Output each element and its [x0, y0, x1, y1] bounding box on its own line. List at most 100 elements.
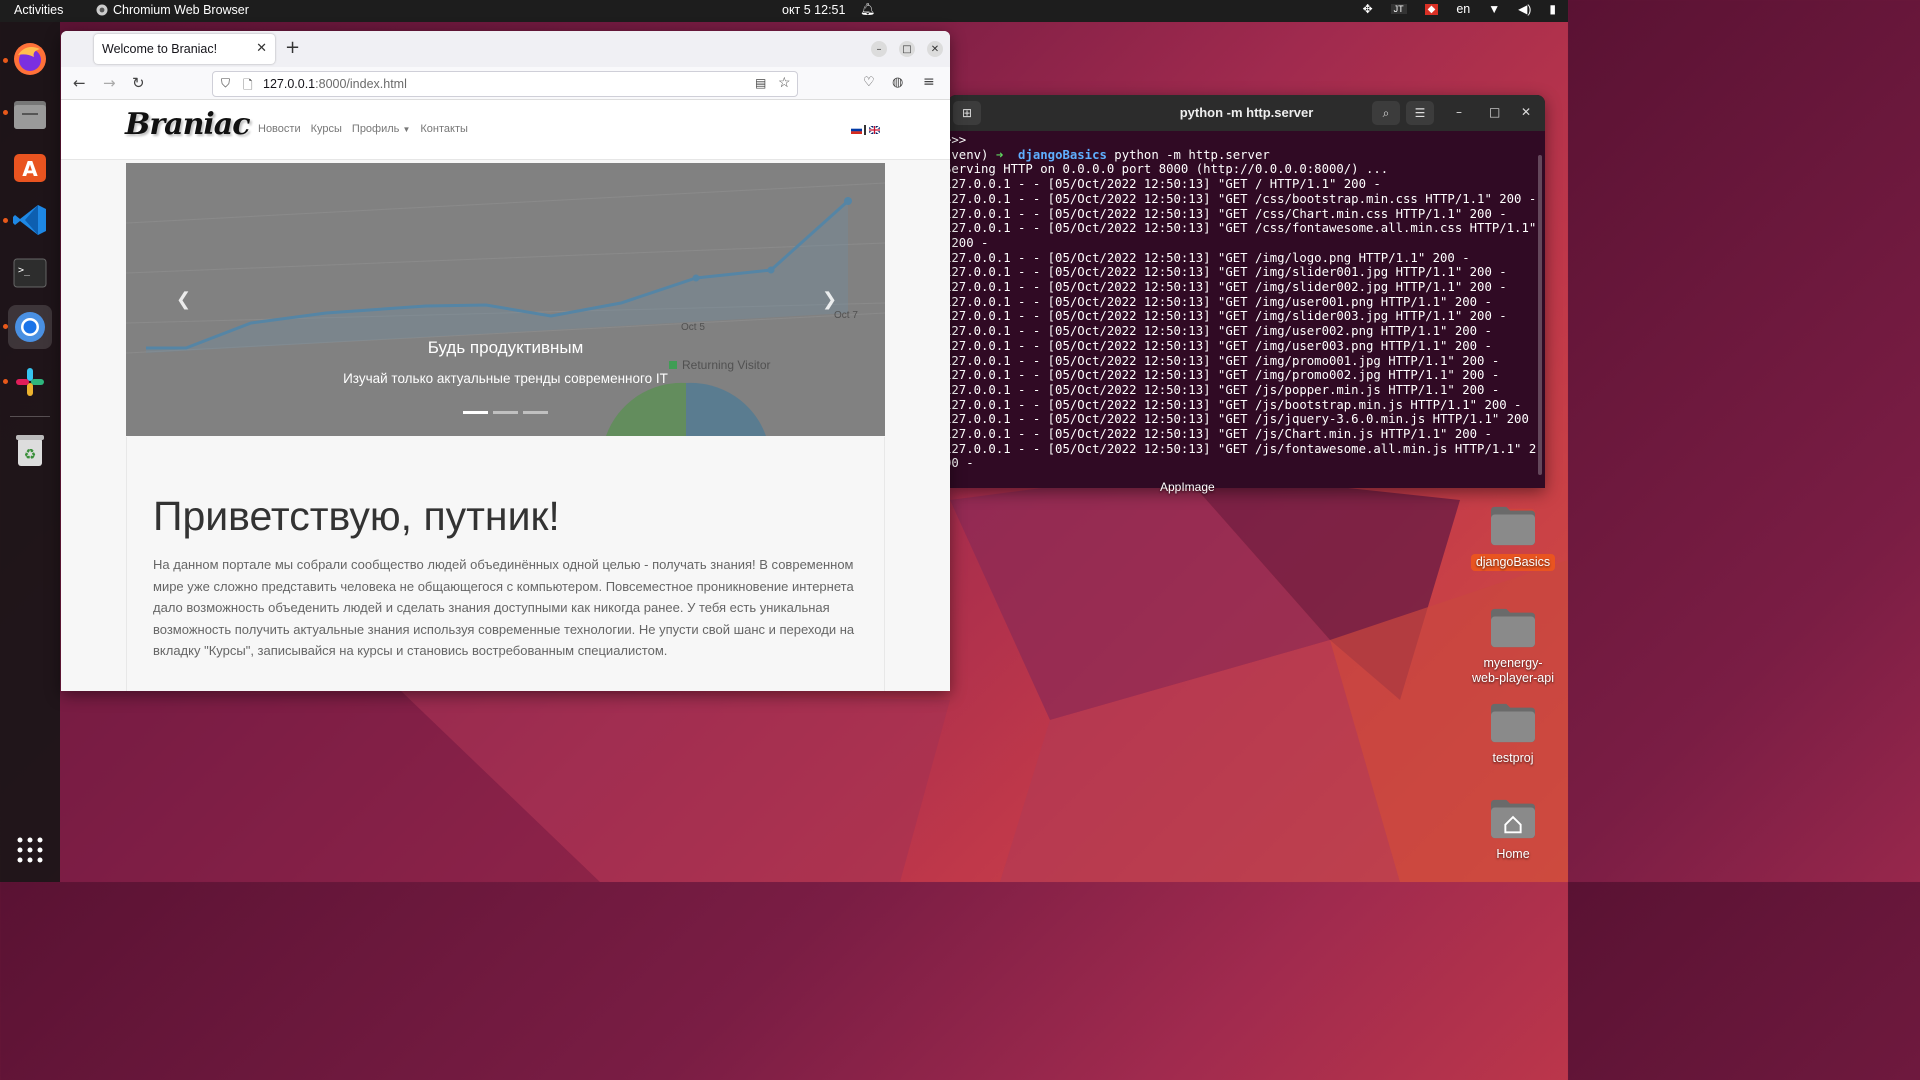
bookmark-star-icon[interactable]: ☆ — [778, 74, 791, 91]
wifi-icon[interactable]: ▼ — [1488, 2, 1500, 16]
desktop-icon-label: Home — [1496, 847, 1530, 861]
terminal-line: 127.0.0.1 - - [05/Oct/2022 12:50:13] "GE… — [948, 309, 1507, 324]
pocket-icon[interactable]: ♡ — [863, 75, 875, 90]
carousel-caption-subtitle: Изучай только актуальные тренды современ… — [343, 371, 668, 386]
show-apps-icon[interactable] — [8, 828, 52, 872]
address-bar[interactable]: ⛉ 🗋 127.0.0.1:8000/index.html ▤ ☆ — [212, 71, 798, 97]
terminal-output[interactable]: >>> (venv) ➜ djangoBasics python -m http… — [948, 133, 1545, 488]
terminal-icon[interactable]: >_ — [8, 251, 52, 295]
trash-icon[interactable]: ♻ — [8, 428, 52, 472]
caret-down-icon: ▼ — [402, 125, 411, 134]
dock: A >_ ♻ — [0, 22, 60, 882]
carousel-indicator[interactable] — [523, 411, 548, 414]
svg-text:>_: >_ — [18, 265, 31, 276]
terminal-line: 127.0.0.1 - - [05/Oct/2022 12:50:13] "GE… — [948, 338, 1492, 353]
desktop-folder-testproj[interactable]: testproj — [1471, 700, 1555, 766]
prompt-dir: djangoBasics — [1018, 147, 1107, 162]
welcome-heading: Приветствую, путник! — [153, 493, 560, 539]
activities-button[interactable]: Activities — [14, 3, 63, 17]
anydesk-icon[interactable]: ◆ — [1424, 3, 1439, 15]
close-icon[interactable]: ✕ — [1521, 105, 1531, 119]
chevron-left-icon[interactable]: ❮ — [176, 289, 191, 310]
app-menu-label: Chromium Web Browser — [113, 3, 249, 17]
tab-strip: Welcome to Braniac! ✕ + – □ ✕ — [61, 31, 950, 67]
terminal-line: 127.0.0.1 - - [05/Oct/2022 12:50:13] "GE… — [948, 353, 1500, 368]
shield-icon[interactable]: ⛉ — [221, 76, 230, 91]
site-navbar: Braniac Новости Курсы Профиль ▼ Контакты — [61, 101, 950, 160]
terminal-line: 127.0.0.1 - - [05/Oct/2022 12:50:13] "GE… — [948, 324, 1492, 339]
app-center-icon[interactable]: A — [8, 144, 52, 188]
reload-icon[interactable]: ↻ — [132, 74, 145, 92]
clock[interactable]: окт 5 12:51 — [782, 3, 845, 17]
hamburger-menu-icon[interactable]: ☰ — [1406, 101, 1434, 125]
menu-item-profile[interactable]: Профиль ▼ — [352, 123, 410, 135]
menu-item-courses[interactable]: Курсы — [311, 123, 342, 135]
vscode-icon[interactable] — [8, 198, 52, 242]
welcome-section: Приветствую, путник! На данном портале м… — [126, 437, 885, 691]
app-menu[interactable]: Chromium Web Browser — [96, 3, 249, 17]
close-window-icon[interactable]: ✕ — [927, 41, 943, 57]
back-arrow-icon[interactable]: ← — [73, 74, 86, 92]
terminal-line: 127.0.0.1 - - [05/Oct/2022 12:50:13] "GE… — [948, 206, 1507, 221]
appimage-label[interactable]: AppImage — [1160, 480, 1215, 494]
hamburger-menu-icon[interactable]: ≡ — [923, 74, 935, 90]
carousel-caption-title: Будь продуктивным — [427, 338, 584, 357]
minimize-icon[interactable]: – — [1456, 105, 1462, 119]
url-host: 127.0.0.1 — [263, 77, 316, 91]
volume-icon[interactable]: ◀) — [1518, 2, 1531, 16]
language-switcher — [851, 125, 880, 135]
system-tray[interactable]: ✥ JT ◆ en ▼ ◀) ▮ — [1363, 2, 1556, 16]
battery-icon[interactable]: ▮ — [1549, 2, 1556, 16]
keyboard-layout[interactable]: en — [1456, 2, 1470, 16]
files-icon[interactable] — [8, 92, 52, 136]
terminal-line: 127.0.0.1 - - [05/Oct/2022 12:50:13] "GE… — [948, 427, 1492, 442]
search-icon[interactable]: ⌕ — [1372, 101, 1400, 125]
puzzle-icon[interactable]: ✥ — [1363, 2, 1373, 16]
site-logo[interactable]: Braniac — [125, 107, 251, 142]
home-folder-icon — [1491, 799, 1535, 839]
chromium-dock-icon[interactable] — [8, 305, 52, 349]
terminal-line: 127.0.0.1 - - [05/Oct/2022 12:50:13] "GE… — [948, 397, 1522, 412]
terminal-line: 00 - — [948, 456, 974, 471]
folder-icon — [1491, 506, 1535, 546]
carousel-background-chart: Oct 5 Oct 7 Returning Visitor — [126, 163, 885, 436]
terminal-line: >>> — [948, 133, 967, 147]
browser-tab[interactable]: Welcome to Braniac! ✕ — [94, 34, 275, 64]
browser-window[interactable]: Welcome to Braniac! ✕ + – □ ✕ ← → ↻ ⛉ 🗋 … — [61, 31, 950, 691]
terminal-titlebar[interactable]: ⊞ python -m http.server ⌕ ☰ – □ ✕ — [948, 95, 1545, 131]
desktop-folder-myenergy[interactable]: myenergy-web-player-api — [1471, 605, 1555, 686]
firefox-icon[interactable] — [8, 37, 52, 81]
carousel-indicator[interactable] — [493, 411, 518, 414]
terminal-scrollbar[interactable] — [1538, 155, 1542, 475]
url-text[interactable]: 127.0.0.1:8000/index.html — [263, 77, 407, 91]
top-bar: Activities Chromium Web Browser окт 5 12… — [0, 0, 1568, 22]
terminal-line: 127.0.0.1 - - [05/Oct/2022 12:50:13] "GE… — [948, 368, 1500, 383]
desktop-folder-home[interactable]: Home — [1471, 796, 1555, 862]
maximize-icon[interactable]: □ — [899, 41, 915, 57]
bell-icon[interactable]: 🔔︎ — [860, 2, 875, 16]
translate-icon[interactable]: JT — [1390, 4, 1407, 14]
slack-icon[interactable] — [8, 360, 52, 404]
menu-item-label: Профиль — [351, 123, 400, 135]
folder-icon — [1491, 703, 1535, 743]
menu-item-news[interactable]: Новости — [258, 123, 301, 135]
close-tab-icon[interactable]: ✕ — [256, 40, 267, 56]
menu-item-contacts[interactable]: Контакты — [420, 123, 468, 135]
flag-uk-icon[interactable] — [869, 126, 880, 134]
reader-view-icon[interactable]: ▤ — [755, 76, 766, 90]
flag-ru-icon[interactable] — [851, 126, 862, 134]
terminal-line: 127.0.0.1 - - [05/Oct/2022 12:50:13] "GE… — [948, 412, 1529, 427]
carousel-indicator[interactable] — [463, 411, 488, 414]
new-tab-button[interactable]: + — [285, 37, 300, 58]
minimize-icon[interactable]: – — [871, 41, 887, 57]
globe-icon[interactable]: ◍ — [892, 75, 903, 90]
maximize-icon[interactable]: □ — [1489, 105, 1500, 119]
terminal-line: 127.0.0.1 - - [05/Oct/2022 12:50:13] "GE… — [948, 221, 1537, 236]
terminal-window[interactable]: ⊞ python -m http.server ⌕ ☰ – □ ✕ >>> (v… — [948, 95, 1545, 488]
page-icon[interactable]: 🗋 — [243, 76, 253, 97]
desktop-folder-djangobasics[interactable]: djangoBasics — [1471, 503, 1555, 571]
hero-carousel[interactable]: Oct 5 Oct 7 Returning Visitor ❮ ❯ Будь п… — [126, 163, 885, 436]
chevron-right-icon[interactable]: ❯ — [822, 289, 837, 310]
forward-arrow-icon[interactable]: → — [103, 74, 116, 92]
divider-icon — [864, 125, 866, 135]
